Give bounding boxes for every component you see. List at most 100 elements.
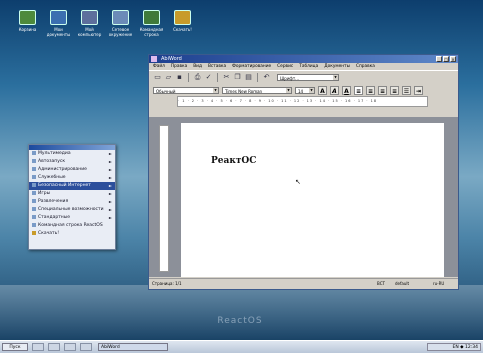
print-icon[interactable]: ⎙ <box>193 73 202 82</box>
arrow-right-icon: ► <box>108 215 112 220</box>
status-lang: default <box>395 281 410 286</box>
align-center-button[interactable]: ≡ <box>366 85 375 95</box>
menu-insert[interactable]: Вставка <box>208 63 226 70</box>
arrow-right-icon: ► <box>108 199 112 204</box>
toolbar-separator <box>257 73 258 82</box>
folder-icon <box>32 190 36 195</box>
desktop-icon-download[interactable]: Скачать! <box>169 10 196 37</box>
desktop-icon-label: Корзина <box>18 27 37 32</box>
arrow-right-icon: ► <box>108 159 112 164</box>
align-left-button[interactable]: ≡ <box>354 85 363 95</box>
minimize-button[interactable]: _ <box>436 56 442 62</box>
vertical-ruler[interactable] <box>159 125 169 272</box>
close-button[interactable]: × <box>450 56 456 62</box>
standard-toolbar: ▭ ▱ ▪ ⎙ ✓ ✂ ❐ ▤ ↶ Шрифт... ▼ <box>149 70 458 84</box>
horizontal-ruler[interactable]: · 1 · 2 · 3 · 4 · 5 · 6 · 7 · 8 · 9 · 10… <box>177 96 428 107</box>
menu-documents[interactable]: Документы <box>324 63 350 70</box>
bold-button[interactable]: A <box>318 85 327 95</box>
menu-item[interactable]: Мультимедиа ► <box>29 150 115 158</box>
desktop-icon-label: Сетевое окружение <box>108 27 133 37</box>
folder-icon <box>50 10 67 25</box>
folder-icon <box>32 174 36 179</box>
arrow-right-icon: ► <box>108 207 112 212</box>
maximize-button[interactable]: □ <box>443 56 449 62</box>
menu-item[interactable]: Игры ► <box>29 190 115 198</box>
document-text[interactable]: РеактОС <box>211 156 256 166</box>
desktop-brand: ReactOS <box>217 316 263 326</box>
italic-button[interactable]: A <box>330 85 339 95</box>
download-icon <box>32 230 36 235</box>
menu-item[interactable]: Специальные возможности ► <box>29 206 115 214</box>
quicklaunch-desktop-icon[interactable] <box>32 343 44 351</box>
align-right-button[interactable]: ≡ <box>378 85 387 95</box>
app-icon <box>151 56 157 62</box>
size-combo[interactable]: 14 ▼ <box>295 86 315 94</box>
quicklaunch-browser-icon[interactable] <box>48 343 60 351</box>
menu-item[interactable]: Развлечения ► <box>29 198 115 206</box>
menu-item-label: Безопасный Интернет <box>38 183 91 188</box>
desktop-icon-my-computer[interactable]: Мой компьютер <box>76 10 103 37</box>
menu-item[interactable]: Автозапуск ► <box>29 158 115 166</box>
save-icon[interactable]: ▪ <box>175 73 184 82</box>
chevron-down-icon: ▼ <box>286 87 291 93</box>
paste-icon[interactable]: ▤ <box>244 73 253 82</box>
desktop-icon-label: Скачать! <box>173 27 192 32</box>
menu-tools[interactable]: Сервис <box>277 63 293 70</box>
menu-item[interactable]: Служебные ► <box>29 174 115 182</box>
desktop-icon-label: Мои документы <box>46 27 71 37</box>
menu-item[interactable]: Администрирование ► <box>29 166 115 174</box>
status-page: Страница: 1/1 <box>152 281 182 286</box>
find-combo-value: Шрифт... <box>280 76 299 81</box>
menu-table[interactable]: Таблица <box>299 63 318 70</box>
find-combo[interactable]: Шрифт... ▼ <box>277 74 339 81</box>
folder-icon <box>32 214 36 219</box>
new-icon[interactable]: ▭ <box>153 73 162 82</box>
menu-item-label: Специальные возможности <box>38 207 104 212</box>
format-toolbar: Обычный ▼ Times New Roman ▼ 14 ▼ A A A ≡ ≡ … <box>149 84 458 96</box>
menu-item-label: Стандартные <box>38 215 71 220</box>
menu-item-selected[interactable]: Безопасный Интернет ► <box>29 182 115 190</box>
menu-item-label: Служебные <box>38 175 66 180</box>
cut-icon[interactable]: ✂ <box>222 73 231 82</box>
quicklaunch-terminal-icon[interactable] <box>80 343 92 351</box>
spellcheck-icon[interactable]: ✓ <box>204 73 213 82</box>
style-combo[interactable]: Обычный ▼ <box>153 86 219 94</box>
desktop-icon-my-documents[interactable]: Мои документы <box>45 10 72 37</box>
arrow-right-icon: ► <box>108 175 112 180</box>
justify-button[interactable]: ≡ <box>390 85 399 95</box>
copy-icon[interactable]: ❐ <box>233 73 242 82</box>
underline-button[interactable]: A <box>342 85 351 95</box>
status-bar: Страница: 1/1 ВСТ default ru-RU <box>149 278 458 289</box>
menu-format[interactable]: Форматирование <box>232 63 271 70</box>
chevron-down-icon: ▼ <box>213 87 218 93</box>
open-icon[interactable]: ▱ <box>164 73 173 82</box>
document-page[interactable]: РеактОС ↖ <box>181 123 444 277</box>
menu-item[interactable]: Командная строка ReactOS <box>29 222 115 230</box>
menu-item[interactable]: Скачать! <box>29 230 115 238</box>
arrow-right-icon: ► <box>108 151 112 156</box>
status-mode: ВСТ <box>377 281 385 286</box>
indent-button[interactable]: ⇥ <box>414 85 423 95</box>
start-button[interactable]: Пуск <box>2 343 28 351</box>
undo-icon[interactable]: ↶ <box>262 73 271 82</box>
style-combo-value: Обычный <box>156 88 176 94</box>
desktop-icon-recycle-bin[interactable]: Корзина <box>14 10 41 37</box>
menu-edit[interactable]: Правка <box>171 63 187 70</box>
desktop-icon-command-line[interactable]: Командная строка <box>138 10 165 37</box>
arrow-right-icon: ► <box>108 183 112 188</box>
quicklaunch-explorer-icon[interactable] <box>64 343 76 351</box>
font-combo[interactable]: Times New Roman ▼ <box>222 86 292 94</box>
folder-icon <box>32 206 36 211</box>
menu-view[interactable]: Вид <box>193 63 202 70</box>
taskbar-task-abiword[interactable]: AbiWord <box>98 343 168 351</box>
folder-icon <box>32 166 36 171</box>
menu-item-label: Автозапуск <box>38 159 66 164</box>
menu-item[interactable]: Стандартные ► <box>29 214 115 222</box>
window-titlebar[interactable]: AbiWord _ □ × <box>149 55 458 63</box>
menu-help[interactable]: Справка <box>356 63 375 70</box>
desktop-icon-network[interactable]: Сетевое окружение <box>107 10 134 37</box>
menu-item-label: Мультимедиа <box>38 151 71 156</box>
list-button[interactable]: ☰ <box>402 85 411 95</box>
menu-file[interactable]: Файл <box>153 63 165 70</box>
desktop-icons: Корзина Мои документы Мой компьютер Сете… <box>14 10 196 37</box>
